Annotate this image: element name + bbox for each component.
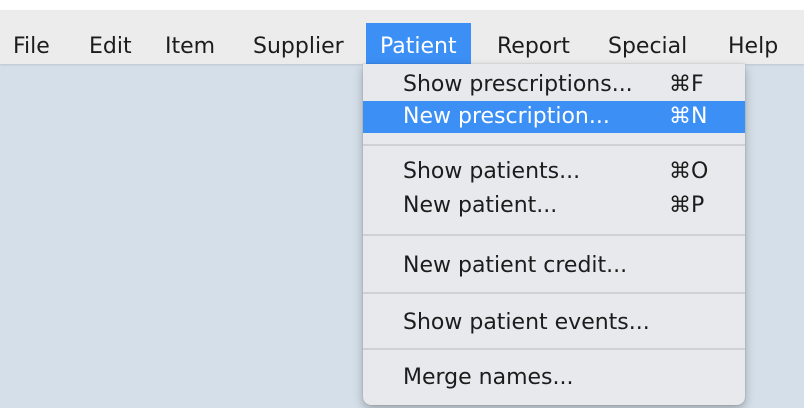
menu-bar: File Edit Item Supplier Patient Report S… <box>0 10 804 71</box>
menu-separator <box>363 144 745 146</box>
menu-item-shortcut: ⌘N <box>669 104 708 129</box>
menu-supplier[interactable]: Supplier <box>250 23 347 71</box>
menu-separator <box>363 292 745 294</box>
menu-edit[interactable]: Edit <box>86 23 135 71</box>
menu-item-shortcut: ⌘F <box>669 72 704 97</box>
window-top-edge <box>0 0 804 10</box>
menu-file[interactable]: File <box>10 23 53 71</box>
menu-item-label: New patient credit... <box>403 253 628 278</box>
menu-item-shortcut: ⌘P <box>669 193 705 218</box>
menu-separator <box>363 234 745 236</box>
patient-dropdown-menu: Show prescriptions... ⌘F New prescriptio… <box>363 64 745 405</box>
menu-separator <box>363 348 745 350</box>
menu-item-new-patient[interactable]: New patient... ⌘P <box>363 190 745 222</box>
menu-item-label: Show patient events... <box>403 310 650 335</box>
menu-item-show-patients[interactable]: Show patients... ⌘O <box>363 156 745 188</box>
menu-item-label: Merge names... <box>403 365 574 390</box>
menu-item-new-prescription[interactable]: New prescription... ⌘N <box>363 101 745 133</box>
menu-item-show-patient-events[interactable]: Show patient events... <box>363 307 745 339</box>
menu-item-show-prescriptions[interactable]: Show prescriptions... ⌘F <box>363 69 745 101</box>
menu-item[interactable]: Item <box>162 23 218 71</box>
menu-item-label: New patient... <box>403 193 558 218</box>
menu-item-label: Show prescriptions... <box>403 72 633 97</box>
menu-item-shortcut: ⌘O <box>669 159 709 184</box>
menu-item-label: Show patients... <box>403 159 581 184</box>
menu-item-merge-names[interactable]: Merge names... <box>363 362 745 394</box>
menu-item-label: New prescription... <box>403 104 610 129</box>
menu-item-new-patient-credit[interactable]: New patient credit... <box>363 250 745 282</box>
